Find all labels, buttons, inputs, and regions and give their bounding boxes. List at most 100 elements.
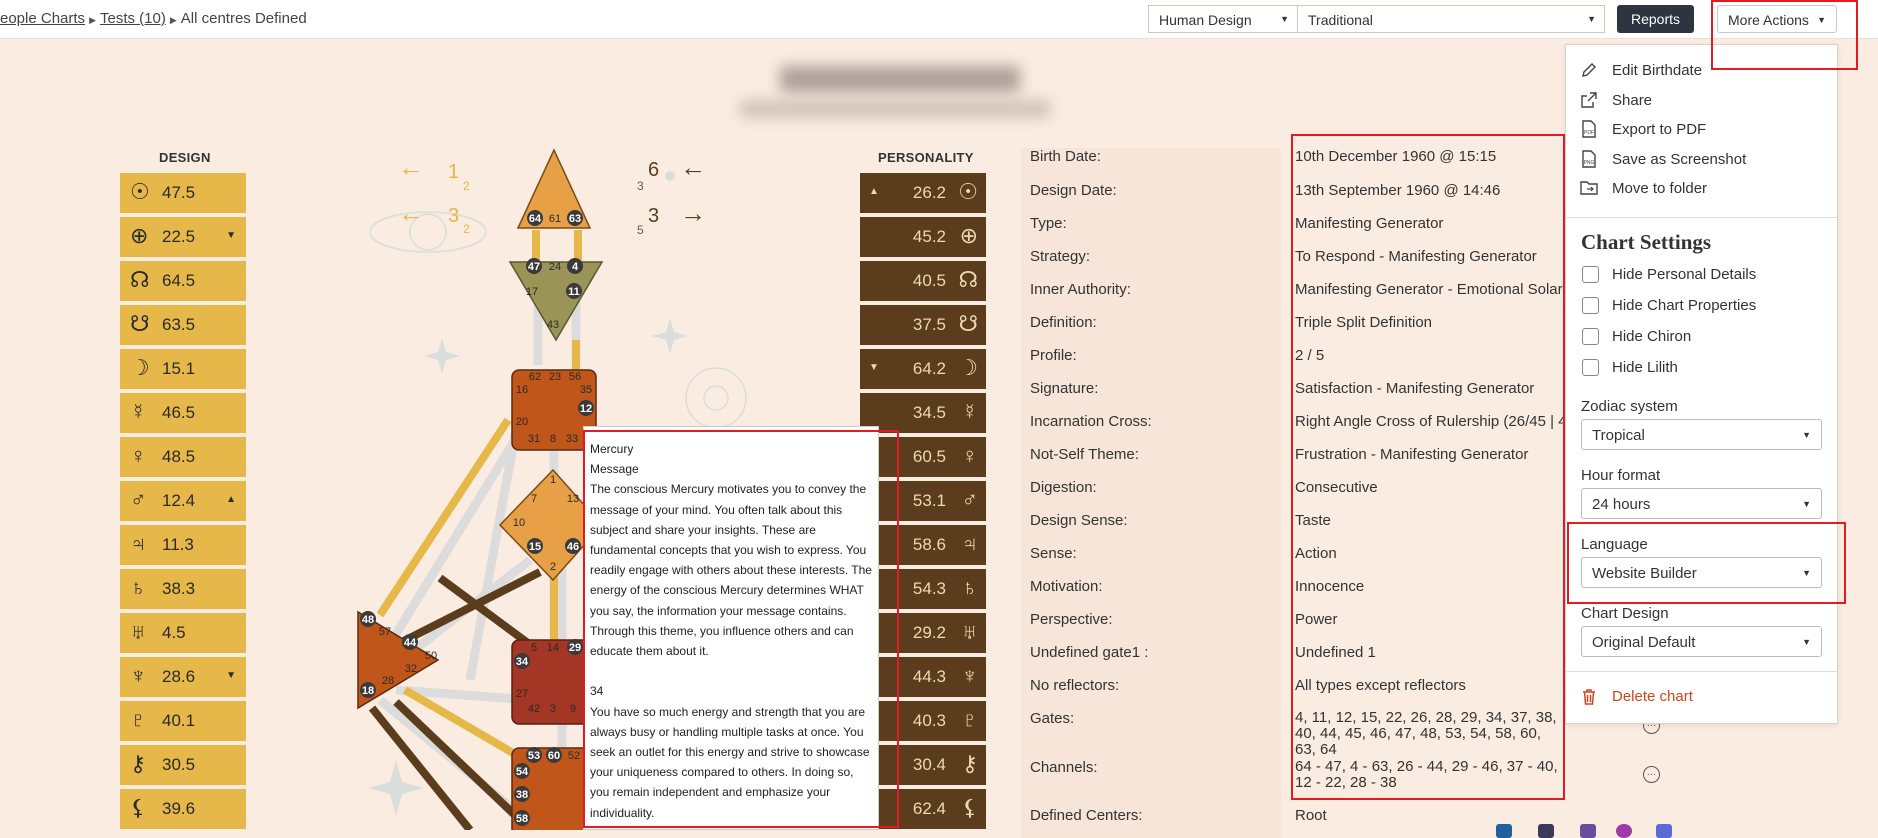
variable-arrow-right-icon: →	[680, 198, 706, 228]
variable-arrow-left-icon: ←	[680, 152, 706, 182]
property-label: Perspective:	[1030, 611, 1113, 628]
planet-gate-value: 22.5	[162, 227, 196, 246]
south-node-icon: ☋	[958, 311, 978, 336]
design-planet-row[interactable]: ♆ 28.6 ▼	[120, 657, 246, 697]
arrow-down-icon: ▼	[226, 670, 236, 681]
checkbox-hide-chart-properties[interactable]	[1582, 297, 1599, 314]
mars-icon: ♂	[961, 487, 979, 512]
planet-gate-value: 34.5	[912, 403, 946, 422]
property-label: Motivation:	[1030, 578, 1103, 595]
checkbox-label[interactable]: Hide Personal Details	[1612, 266, 1756, 283]
design-planet-row[interactable]: ☽ 15.1	[120, 349, 246, 389]
planet-tooltip: Mercury Message The conscious Mercury mo…	[583, 426, 879, 830]
tray-app-icon[interactable]	[1496, 824, 1512, 838]
menu-item-pencil[interactable]: Edit Birthdate	[1612, 62, 1702, 79]
chevron-down-icon: ▼	[1587, 14, 1596, 24]
design-planet-row[interactable]: ♃ 11.3	[120, 525, 246, 565]
uranus-icon: ♅	[961, 619, 979, 644]
gate-43: 43	[547, 319, 559, 331]
channels-more-icon[interactable]: …	[1643, 766, 1660, 783]
planet-gate-value: 37.5	[912, 315, 946, 334]
menu-divider	[1566, 217, 1837, 218]
svg-text:PDF: PDF	[1584, 130, 1594, 136]
design-planet-row[interactable]: ♂ 12.4 ▲	[120, 481, 246, 521]
checkbox-hide-chiron[interactable]	[1582, 328, 1599, 345]
checkbox-hide-lilith[interactable]	[1582, 359, 1599, 376]
planet-gate-value: 38.3	[162, 579, 196, 598]
chevron-down-icon: ▼	[1802, 637, 1811, 647]
uranus-icon: ♅	[130, 619, 147, 644]
neptune-icon: ♆	[961, 663, 979, 688]
design-planet-row[interactable]: ♇ 40.1	[120, 701, 246, 741]
system-select[interactable]: Traditional ▼	[1297, 5, 1605, 33]
planet-gate-value: 64.2	[912, 359, 946, 378]
design-planet-row[interactable]: ☊ 64.5	[120, 261, 246, 301]
property-value: Taste	[1295, 512, 1331, 529]
property-value: Manifesting Generator - Emotional Solar …	[1295, 281, 1565, 298]
tray-app-icon[interactable]	[1656, 824, 1672, 838]
planet-gate-value: 60.5	[912, 447, 946, 466]
more-actions-button[interactable]: More Actions ▼	[1717, 5, 1837, 33]
chart-design-select[interactable]: Original Default ▼	[1581, 626, 1822, 657]
gate-23: 23	[549, 371, 561, 383]
planet-gate-value: 64.5	[162, 271, 196, 290]
variable-arrow-left-icon: ←	[398, 198, 424, 228]
design-planet-row[interactable]: ☿ 46.5	[120, 393, 246, 433]
delete-chart-button[interactable]: Delete chart	[1612, 688, 1693, 705]
checkbox-label[interactable]: Hide Lilith	[1612, 359, 1678, 376]
gate-20: 20	[516, 416, 528, 428]
property-label: Sense:	[1030, 545, 1077, 562]
design-planet-row[interactable]: ♅ 4.5	[120, 613, 246, 653]
checkbox-hide-personal-details[interactable]	[1582, 266, 1599, 283]
tooltip-gate-text: You have so much energy and strength tha…	[590, 704, 870, 820]
menu-item-pdf[interactable]: Export to PDF	[1612, 121, 1706, 138]
checkbox-label[interactable]: Hide Chart Properties	[1612, 297, 1756, 314]
tooltip-gate: 34	[590, 684, 604, 699]
jupiter-icon: ♃	[130, 531, 147, 556]
chiron-icon: ⚷	[130, 751, 147, 776]
zodiac-label: Zodiac system	[1581, 398, 1678, 415]
menu-item-share[interactable]: Share	[1612, 92, 1652, 109]
property-value: 13th September 1960 @ 14:46	[1295, 182, 1501, 199]
gate-17: 17	[526, 286, 538, 298]
design-planet-row[interactable]: ☉ 47.5	[120, 173, 246, 213]
property-label: Profile:	[1030, 347, 1077, 364]
design-planet-row[interactable]: ⊕ 22.5 ▼	[120, 217, 246, 257]
variable-right-bottom-sub: 5	[637, 223, 644, 237]
mercury-icon: ☿	[130, 399, 147, 424]
property-value: Right Angle Cross of Rulership (26/45 | …	[1295, 413, 1565, 430]
menu-item-folder-move[interactable]: Move to folder	[1612, 180, 1707, 197]
chevron-down-icon: ▼	[1802, 499, 1811, 509]
tray-app-icon[interactable]	[1580, 824, 1596, 838]
design-planet-row[interactable]: ♀ 48.5	[120, 437, 246, 477]
gate-10: 10	[513, 517, 525, 529]
property-value: Consecutive	[1295, 479, 1378, 496]
design-planet-row[interactable]: ♄ 38.3	[120, 569, 246, 609]
design-planet-row[interactable]: ☋ 63.5	[120, 305, 246, 345]
design-planet-row[interactable]: ⚷ 30.5	[120, 745, 246, 785]
reports-button[interactable]: Reports	[1617, 5, 1695, 33]
planet-gate-value: 58.6	[912, 535, 946, 554]
planet-gate-value: 26.2	[912, 183, 946, 202]
property-value: 2 / 5	[1295, 347, 1325, 364]
hour-format-select[interactable]: 24 hours ▼	[1581, 488, 1822, 519]
breadcrumb-people-charts[interactable]: eople Charts	[0, 10, 85, 27]
gate-28: 28	[382, 675, 394, 687]
design-planet-row[interactable]: ⚸ 39.6	[120, 789, 246, 829]
gate-57: 57	[379, 626, 391, 638]
property-value: Power	[1295, 611, 1338, 628]
venus-icon: ♀	[961, 443, 979, 468]
language-select[interactable]: Website Builder ▼	[1581, 557, 1822, 588]
property-value: Innocence	[1295, 578, 1365, 595]
blurred-chart-subtitle	[740, 100, 1050, 118]
menu-item-screenshot[interactable]: Save as Screenshot	[1612, 151, 1746, 168]
tray-app-icon[interactable]	[1616, 824, 1632, 838]
gate-7: 7	[531, 493, 537, 505]
tooltip-text: The conscious Mercury motivates you to c…	[590, 482, 872, 659]
chart-type-select[interactable]: Human Design ▼	[1148, 5, 1298, 33]
breadcrumb-tests[interactable]: Tests (10)	[100, 10, 166, 27]
checkbox-label[interactable]: Hide Chiron	[1612, 328, 1691, 345]
tray-app-icon[interactable]	[1538, 824, 1554, 838]
chevron-down-icon: ▼	[1817, 15, 1826, 25]
zodiac-select[interactable]: Tropical ▼	[1581, 419, 1822, 450]
